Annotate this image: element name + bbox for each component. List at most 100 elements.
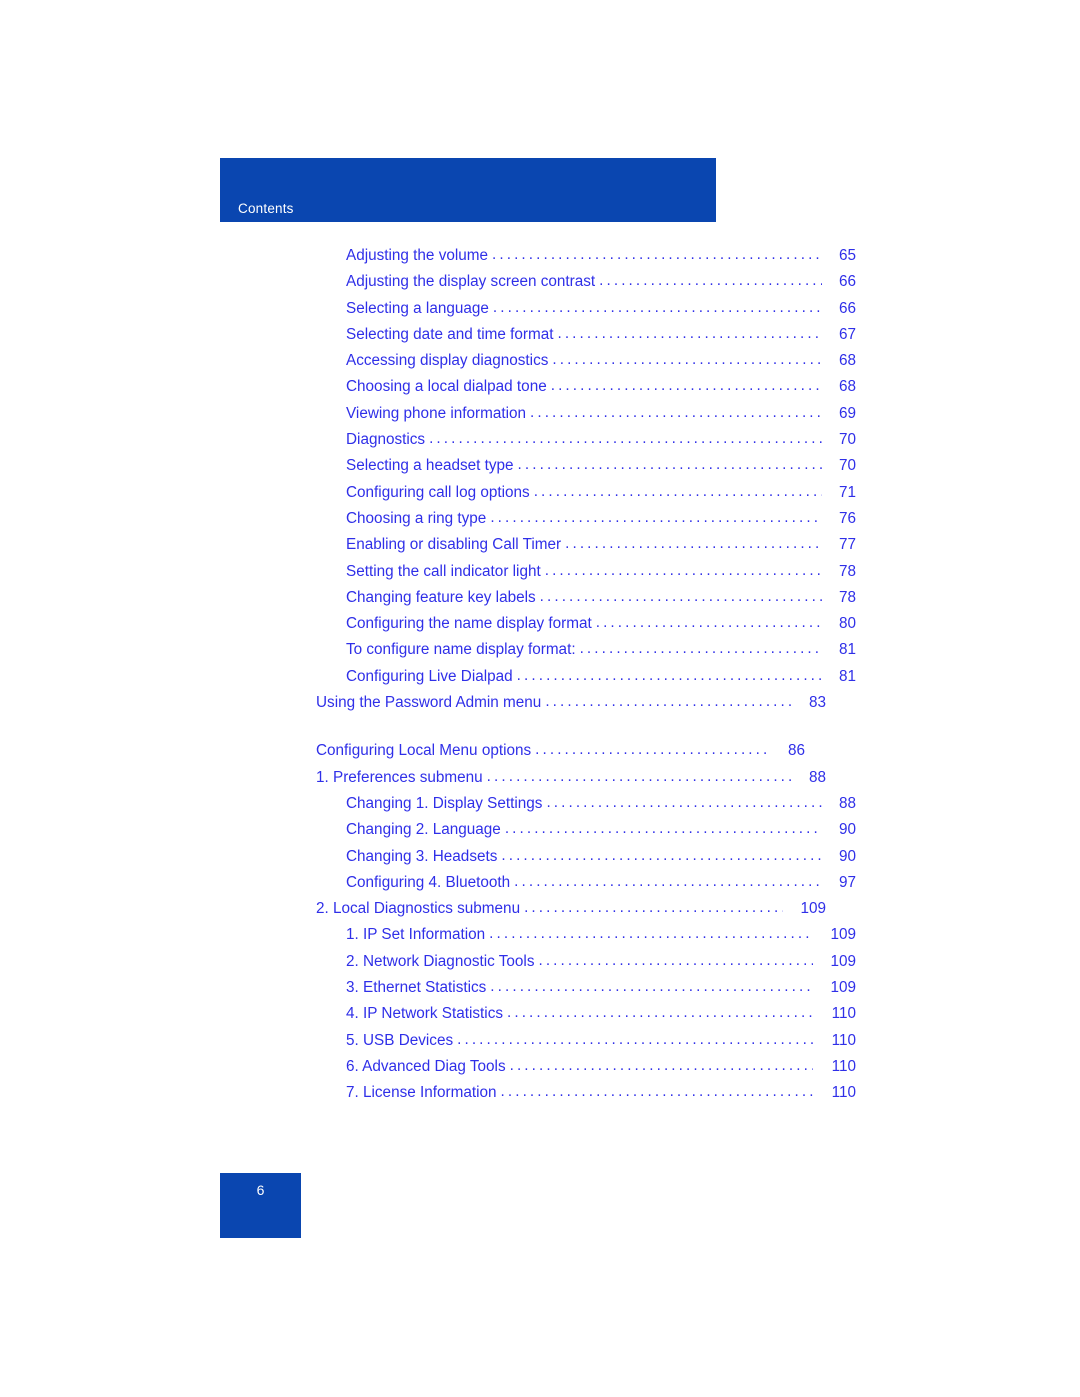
toc-dot-leader: ........................................…: [514, 872, 822, 890]
toc-entry[interactable]: 3. Ethernet Statistics..................…: [316, 975, 856, 1001]
toc-entry-page-number: 65: [838, 247, 856, 264]
toc-entry[interactable]: Choosing a ring type....................…: [316, 506, 856, 532]
toc-dot-leader: ........................................…: [490, 508, 822, 526]
toc-entry-page-number: 81: [838, 667, 856, 685]
toc-entry-page-number: 83: [808, 694, 826, 712]
toc-dot-leader: ........................................…: [507, 1004, 813, 1022]
toc-dot-leader: ........................................…: [516, 666, 822, 684]
toc-entry[interactable]: Changing 2. Language....................…: [316, 817, 856, 843]
toc-entry-label: Configuring Local Menu options: [316, 742, 532, 760]
toc-entry-page-number: 70: [838, 457, 856, 475]
toc-dot-leader: ........................................…: [509, 1056, 813, 1074]
toc-dot-leader: ........................................…: [557, 324, 822, 342]
toc-entry[interactable]: Configuring the name display format.....…: [316, 611, 856, 637]
toc-dot-leader: ........................................…: [524, 899, 783, 917]
toc-entry[interactable]: Configuring call log options............…: [316, 480, 856, 506]
toc-entry-page-number: 70: [838, 431, 856, 449]
toc-entry[interactable]: Enabling or disabling Call Timer........…: [316, 532, 856, 558]
toc-entry-label: Configuring 4. Bluetooth: [346, 873, 511, 891]
toc-entry[interactable]: Changing 3. Headsets....................…: [316, 844, 856, 870]
toc-entry-page-number: 110: [831, 1084, 856, 1102]
toc-entry-page-number: 69: [838, 404, 856, 422]
toc-dot-leader: ........................................…: [533, 482, 822, 500]
toc-dot-leader: ........................................…: [504, 820, 822, 838]
toc-entry[interactable]: 6. Advanced Diag Tools..................…: [316, 1054, 856, 1080]
toc-entry-label: Choosing a local dialpad tone: [346, 378, 547, 396]
toc-entry[interactable]: Changing 1. Display Settings............…: [316, 791, 856, 817]
toc-dot-leader: ........................................…: [489, 925, 813, 943]
toc-entry[interactable]: 2. Network Diagnostic Tools.............…: [316, 949, 856, 975]
toc-entry-page-number: 68: [838, 378, 856, 396]
toc-entry-page-number: 78: [838, 588, 856, 606]
toc-entry-page-number: 110: [831, 1005, 856, 1023]
toc-dot-leader: ........................................…: [552, 351, 822, 369]
toc-entry-page-number: 66: [838, 273, 856, 291]
toc-dot-leader: ........................................…: [492, 246, 822, 263]
toc-dot-leader: ........................................…: [486, 767, 792, 785]
toc-entry[interactable]: Configuring 4. Bluetooth................…: [316, 870, 856, 896]
toc-entry-label: Changing 2. Language: [346, 821, 501, 839]
toc-dot-leader: ........................................…: [490, 978, 813, 996]
toc-entry-page-number: 76: [838, 509, 856, 527]
toc-entry-label: Setting the call indicator light: [346, 562, 541, 580]
toc-entry[interactable]: Selecting a language....................…: [316, 296, 856, 322]
toc-dot-leader: ........................................…: [545, 693, 792, 711]
toc-entry[interactable]: Configuring Live Dialpad................…: [316, 664, 856, 690]
toc-dot-leader: ........................................…: [550, 377, 822, 395]
toc-entry-label: 3. Ethernet Statistics: [346, 979, 487, 997]
toc-dot-leader: ........................................…: [517, 456, 822, 474]
toc-entry[interactable]: 4. IP Network Statistics................…: [316, 1001, 856, 1027]
toc-entry-label: Configuring call log options: [346, 483, 530, 501]
toc-entry-page-number: 78: [838, 562, 856, 580]
toc-entry[interactable]: 1. Preferences submenu..................…: [316, 765, 826, 791]
toc-entry-label: Selecting date and time format: [346, 325, 554, 343]
toc-entry[interactable]: 2. Local Diagnostics submenu............…: [316, 896, 826, 922]
toc-entry[interactable]: Viewing phone information...............…: [316, 401, 856, 427]
toc-dot-leader: ........................................…: [492, 298, 822, 316]
toc-dot-leader: ........................................…: [429, 430, 822, 448]
toc-entry[interactable]: Accessing display diagnostics...........…: [316, 348, 856, 374]
toc-entry-label: To configure name display format:: [346, 641, 576, 659]
toc-entry-label: Adjusting the display screen contrast: [346, 273, 596, 291]
toc-dot-leader: ........................................…: [501, 846, 822, 864]
toc-dot-leader: ........................................…: [595, 614, 822, 632]
toc-entry[interactable]: 7. License Information..................…: [316, 1080, 856, 1106]
toc-entry-label: Using the Password Admin menu: [316, 694, 542, 712]
toc-entry[interactable]: Using the Password Admin menu...........…: [316, 690, 826, 716]
toc-entry-label: Changing 3. Headsets: [346, 847, 498, 865]
toc-entry-page-number: 109: [800, 900, 826, 918]
toc-entry[interactable]: Changing feature key labels.............…: [316, 585, 856, 611]
toc-dot-leader: ........................................…: [544, 561, 822, 579]
toc-dot-leader: ........................................…: [546, 793, 822, 811]
table-of-contents: Adjusting the volume....................…: [316, 243, 856, 1107]
toc-entry[interactable]: Adjusting the volume....................…: [316, 243, 856, 269]
toc-entry[interactable]: Diagnostics.............................…: [316, 427, 856, 453]
toc-dot-leader: ........................................…: [565, 535, 822, 553]
toc-dot-leader: ........................................…: [500, 1083, 813, 1101]
toc-entry[interactable]: 5. USB Devices..........................…: [316, 1028, 856, 1054]
toc-entry[interactable]: Setting the call indicator light........…: [316, 559, 856, 585]
toc-entry-label: 1. IP Set Information: [346, 926, 486, 944]
toc-entry[interactable]: Choosing a local dialpad tone...........…: [316, 374, 856, 400]
footer-page-number-box: 6: [220, 1173, 301, 1238]
toc-dot-leader: ........................................…: [530, 403, 822, 421]
toc-entry-page-number: 109: [830, 926, 856, 944]
toc-entry[interactable]: Configuring Local Menu options..........…: [316, 738, 826, 764]
toc-entry-label: 5. USB Devices: [346, 1031, 454, 1049]
toc-dot-leader: ........................................…: [538, 951, 813, 969]
toc-entry-label: Selecting a language: [346, 299, 489, 317]
toc-entry-label: Selecting a headset type: [346, 457, 514, 475]
toc-entry-page-number: 68: [838, 352, 856, 370]
toc-entry-page-number: 77: [838, 536, 856, 554]
toc-entry[interactable]: Adjusting the display screen contrast...…: [316, 269, 856, 295]
toc-entry[interactable]: Selecting date and time format..........…: [316, 322, 856, 348]
toc-entry-page-number: 109: [830, 952, 856, 970]
toc-entry-page-number: 110: [831, 1057, 856, 1075]
toc-entry-label: 4. IP Network Statistics: [346, 1005, 503, 1023]
toc-entry[interactable]: To configure name display format:.......…: [316, 637, 856, 663]
toc-entry[interactable]: 1. IP Set Information...................…: [316, 922, 856, 948]
toc-entry-label: Diagnostics: [346, 431, 426, 449]
toc-dot-leader: ........................................…: [579, 640, 822, 658]
toc-dot-leader: ........................................…: [599, 272, 822, 290]
toc-entry[interactable]: Selecting a headset type................…: [316, 453, 856, 479]
